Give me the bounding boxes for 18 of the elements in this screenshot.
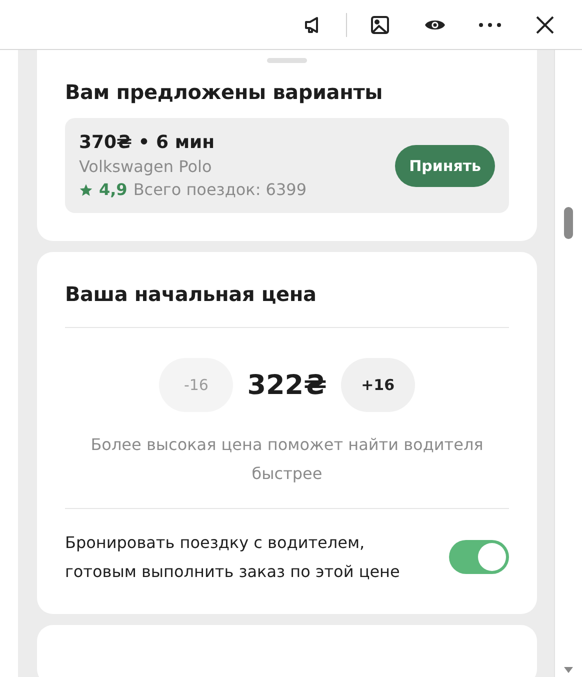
drag-handle[interactable] bbox=[267, 58, 307, 63]
close-icon[interactable] bbox=[534, 14, 556, 36]
driver-rating: 4,9 bbox=[98, 180, 128, 199]
price-hint: Более высокая цена поможет найти водителя быстрее bbox=[90, 434, 484, 485]
booking-label: Бронировать поездку с водителем, готовым выполнить заказ по этой цене bbox=[64, 532, 401, 583]
section-title: Ваша начальная цена bbox=[64, 282, 318, 306]
section-title: Вам предложены варианты bbox=[64, 80, 384, 104]
scroll-down-icon[interactable] bbox=[564, 667, 574, 673]
offer-price-time: 370₴ • 6 мин bbox=[78, 132, 216, 153]
scrollbar-thumb[interactable] bbox=[564, 207, 574, 239]
star-icon bbox=[78, 182, 93, 196]
accept-button[interactable]: Принять bbox=[395, 144, 496, 186]
booking-toggle[interactable] bbox=[449, 540, 510, 574]
trip-count: Всего поездок: 6399 bbox=[133, 180, 307, 199]
car-model: Volkswagen Polo bbox=[78, 157, 213, 176]
price-value: 322₴ bbox=[247, 370, 327, 400]
image-icon[interactable] bbox=[369, 14, 391, 36]
price-step-button[interactable]: +16 bbox=[340, 358, 415, 412]
